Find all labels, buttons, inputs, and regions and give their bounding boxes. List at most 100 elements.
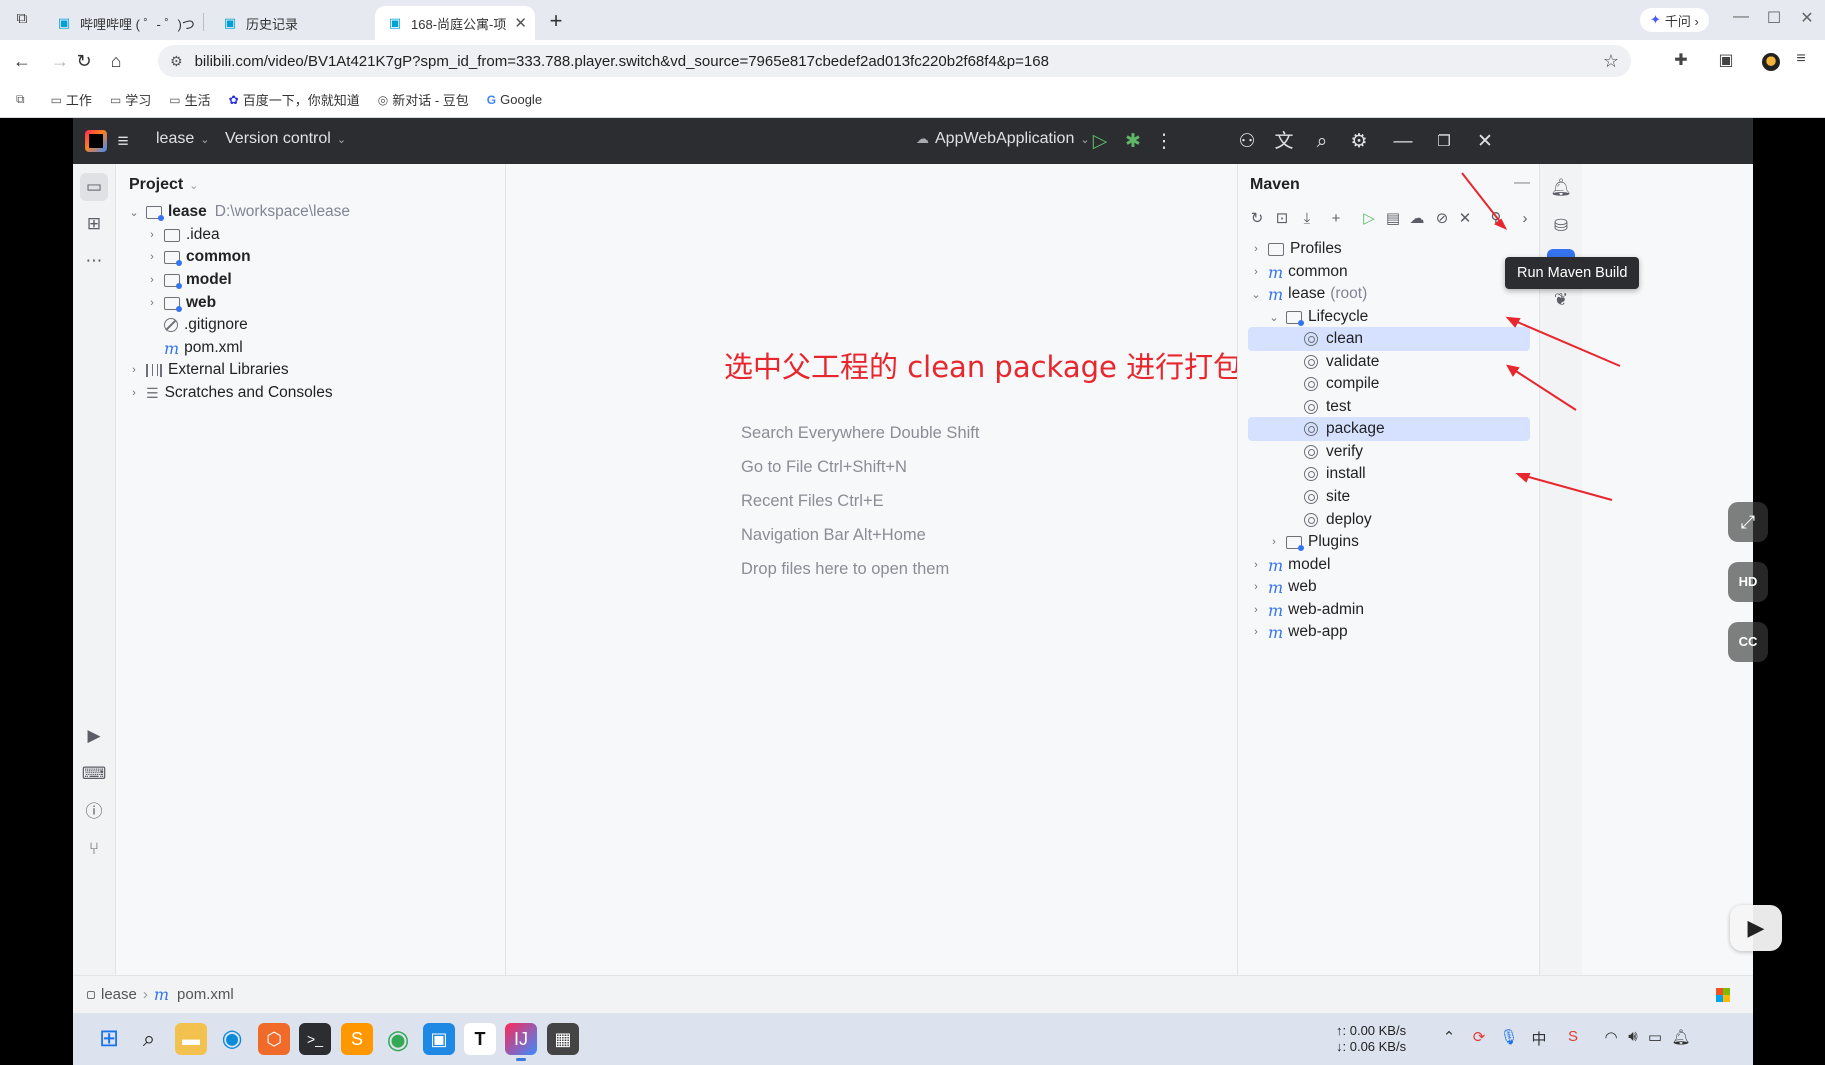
more-tools-icon[interactable]: ⋯ xyxy=(80,247,108,275)
bookmark-work[interactable]: ▭ 工作 xyxy=(51,90,92,109)
problems-icon[interactable]: ⓘ xyxy=(80,798,108,826)
chevron-right-icon[interactable]: › xyxy=(144,297,160,309)
sublime-icon[interactable]: S xyxy=(341,1023,373,1055)
add-icon[interactable]: + xyxy=(1325,208,1347,230)
maven-module-lease-root[interactable]: ⌄ m lease (root) xyxy=(1248,282,1530,306)
maven-phase-clean[interactable]: clean xyxy=(1248,327,1530,351)
minimize-icon[interactable]: — xyxy=(1729,8,1753,26)
search-icon[interactable]: ⌕ xyxy=(1309,129,1335,155)
menu-icon[interactable]: ≡ xyxy=(1790,50,1812,72)
chevron-right-icon[interactable]: › xyxy=(1514,208,1536,230)
file-explorer-icon[interactable]: ▬ xyxy=(175,1023,207,1055)
sogou-icon[interactable]: S xyxy=(1563,1028,1583,1045)
git-icon[interactable]: ⑂ xyxy=(80,835,108,863)
maven-lifecycle[interactable]: ⌄ Lifecycle xyxy=(1266,305,1530,329)
site-info-icon[interactable]: ⚙ xyxy=(170,53,183,70)
chevron-right-icon[interactable]: › xyxy=(1248,559,1264,571)
chevron-down-icon[interactable]: ⌄ xyxy=(1248,288,1264,301)
search-icon[interactable]: ⌕ xyxy=(133,1023,165,1055)
maven-plugins[interactable]: › Plugins xyxy=(1266,530,1530,554)
leaf-icon[interactable]: ❦ xyxy=(1547,286,1575,314)
terminal-icon[interactable]: >_ xyxy=(299,1023,331,1055)
hd-quality-icon[interactable]: HD xyxy=(1728,562,1768,602)
app-window-icon[interactable]: ▦ xyxy=(547,1023,579,1055)
chevron-right-icon[interactable]: › xyxy=(126,364,142,376)
chevron-right-icon[interactable]: › xyxy=(1248,266,1264,278)
project-selector[interactable]: lease ⌄ xyxy=(156,130,209,148)
app-icon[interactable]: ⬡ xyxy=(258,1023,290,1055)
volume-icon[interactable]: 🔊︎ xyxy=(1623,1028,1643,1045)
maximize-icon[interactable]: ☐ xyxy=(1762,8,1786,28)
chevron-right-icon[interactable]: › xyxy=(1248,243,1264,255)
battery-icon[interactable]: ▭ xyxy=(1645,1028,1665,1046)
chevron-down-icon[interactable]: ⌄ xyxy=(126,206,142,219)
new-tab-button[interactable]: + xyxy=(545,8,567,34)
chevron-right-icon[interactable]: › xyxy=(1266,536,1282,548)
maven-phase-site[interactable]: site xyxy=(1248,485,1530,509)
editor-empty-state[interactable]: 选中父工程的 clean package 进行打包 Search Everywh… xyxy=(506,164,1242,975)
subtitles-icon[interactable]: CC xyxy=(1728,622,1768,662)
terminal-icon[interactable]: ⌨ xyxy=(80,760,108,788)
close-window-icon[interactable]: ✕ xyxy=(1795,8,1819,28)
translate-icon[interactable]: 文 xyxy=(1271,129,1297,155)
close-tab-icon[interactable]: ✕ xyxy=(506,14,527,32)
edge-icon[interactable]: ◉ xyxy=(216,1023,248,1055)
minimize-icon[interactable]: — xyxy=(1390,129,1416,155)
more-actions-icon[interactable]: ⋮ xyxy=(1151,129,1177,155)
chevron-right-icon[interactable]: › xyxy=(1248,581,1264,593)
maven-phase-deploy[interactable]: deploy xyxy=(1248,508,1530,532)
version-control-menu[interactable]: Version control ⌄ xyxy=(225,130,346,148)
input-method-icon[interactable]: 中 xyxy=(1529,1028,1549,1049)
screenshot-icon[interactable]: ▣ xyxy=(1715,50,1737,72)
maven-phase-test[interactable]: test xyxy=(1248,395,1530,419)
maven-phase-package[interactable]: package xyxy=(1248,417,1530,441)
tree-item-scratches[interactable]: › ☰ Scratches and Consoles xyxy=(126,380,332,406)
project-panel-title[interactable]: Project ⌄ xyxy=(129,176,198,194)
notifications-bell-icon[interactable]: 🔔︎ xyxy=(1547,174,1575,202)
run-icon[interactable]: ▷ xyxy=(1087,129,1113,155)
profile-avatar[interactable] xyxy=(1762,53,1780,71)
chevron-down-icon[interactable]: ⌄ xyxy=(1266,311,1282,324)
wifi-icon[interactable]: ◠ xyxy=(1601,1028,1621,1046)
bookmark-star-icon[interactable]: ☆ xyxy=(1603,51,1619,72)
services-icon[interactable]: ▶ xyxy=(80,722,108,750)
chevron-right-icon[interactable]: › xyxy=(1248,604,1264,616)
bookmark-life[interactable]: ▭ 生活 xyxy=(169,90,210,109)
maven-module-model[interactable]: › m model xyxy=(1248,553,1530,577)
tab-history[interactable]: ▣ 历史记录 xyxy=(210,6,370,40)
breadcrumb-project[interactable]: lease xyxy=(101,986,137,1003)
chevron-right-icon[interactable]: › xyxy=(1248,626,1264,638)
chevron-right-icon[interactable]: › xyxy=(126,387,142,399)
offline-icon[interactable]: ☁ xyxy=(1406,208,1428,230)
tab-search-icon[interactable]: ⧉ xyxy=(12,10,32,30)
run-config-selector[interactable]: ☁ AppWebApplication ⌄ xyxy=(916,130,1090,148)
reload-icon[interactable]: ↻ xyxy=(72,49,96,73)
windows-start-icon[interactable]: ⊞ xyxy=(93,1023,125,1055)
download-icon[interactable]: ⤓ xyxy=(1296,208,1318,230)
skip-tests-icon[interactable]: ⊘ xyxy=(1431,208,1453,230)
bookmark-study[interactable]: ▭ 学习 xyxy=(110,90,151,109)
fullscreen-window-icon[interactable]: ⤢ xyxy=(1728,502,1768,542)
chevron-right-icon[interactable]: › xyxy=(144,229,160,241)
intellij-taskbar-icon[interactable]: IJ xyxy=(505,1023,537,1061)
project-folder-icon[interactable]: ▭ xyxy=(80,173,108,201)
bookmark-google[interactable]: G Google xyxy=(487,92,542,107)
chrome-icon[interactable]: ◉ xyxy=(382,1023,414,1055)
chevron-up-icon[interactable]: ⌃ xyxy=(1439,1028,1459,1046)
remote-desktop-icon[interactable]: ▣ xyxy=(423,1023,455,1055)
hide-panel-icon[interactable]: — xyxy=(1514,174,1530,192)
maven-module-web[interactable]: › m web xyxy=(1248,575,1530,599)
back-icon[interactable]: ← xyxy=(10,49,34,73)
generate-sources-icon[interactable]: ⊡ xyxy=(1271,208,1293,230)
hamburger-menu-icon[interactable]: ≡ xyxy=(110,129,136,155)
add-user-icon[interactable]: ⚇ xyxy=(1234,129,1260,155)
forward-icon[interactable]: → xyxy=(48,49,72,73)
chevron-right-icon[interactable]: › xyxy=(144,251,160,263)
bookmark-baidu[interactable]: ✿ 百度一下，你就知道 xyxy=(229,90,360,109)
execute-goal-icon[interactable]: ▤ xyxy=(1382,208,1404,230)
typora-icon[interactable]: T xyxy=(464,1023,496,1055)
run-maven-build-icon[interactable]: ▷ xyxy=(1358,208,1380,230)
bookmark-doubao[interactable]: ◎ 新对话 - 豆包 xyxy=(378,90,469,109)
sync-icon[interactable]: ⟳ xyxy=(1469,1028,1489,1046)
database-icon[interactable]: ⛁ xyxy=(1547,212,1575,240)
